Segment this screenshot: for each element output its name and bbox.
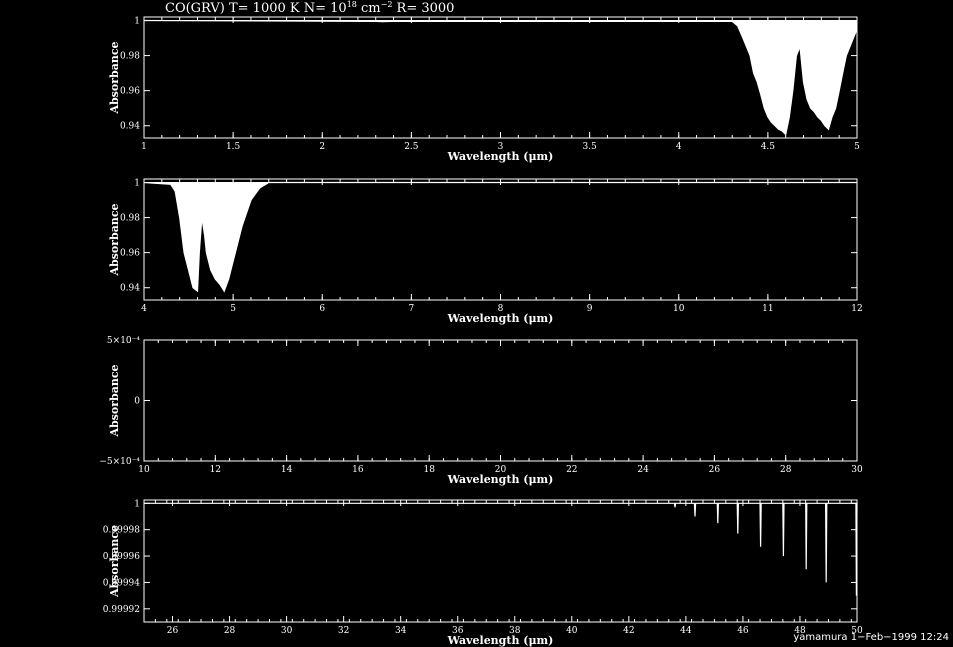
x-tick-label: 46 [737, 626, 749, 636]
x-tick-label: 32 [338, 626, 349, 636]
y-tick-label: 5×10⁻⁴ [107, 336, 140, 346]
x-tick-label: 1.5 [226, 142, 241, 152]
series-4-fill [144, 503, 857, 596]
x-tick-label: 30 [281, 626, 293, 636]
x-tick-label: 2 [319, 142, 325, 152]
x-tick-label: 1 [141, 142, 147, 152]
x-tick-label: 16 [352, 465, 364, 475]
panel-2: 4 5 6 7 8 9 10 11 120.940.960.981Wavelength (μm)… [108, 178, 863, 325]
y-tick-label: 0.98 [120, 214, 140, 224]
x-tick-label: 42 [623, 626, 634, 636]
panel-1: 1 1.5 2 2.5 3 3.5 4 4.5 50.940.960.981Wavelength… [108, 16, 860, 163]
x-tick-label: 28 [224, 626, 236, 636]
y-tick-label: −5×10⁻⁴ [99, 457, 140, 467]
x-tick-label: 26 [167, 626, 179, 636]
y-tick-label: 1 [134, 17, 140, 27]
y-axis-label: Absorbance [108, 364, 121, 437]
x-tick-label: 10 [673, 304, 685, 314]
y-tick-label: 0.96 [120, 249, 140, 259]
x-tick-label: 11 [762, 304, 773, 314]
y-axis-label: Absorbance [108, 525, 121, 598]
chart-title: CO(GRV) T= 1000 K N= 1018 cm−2 R= 3000 [165, 0, 454, 16]
y-tick-label: 0.98 [120, 52, 140, 62]
y-tick-label: 0.99992 [103, 605, 140, 615]
x-tick-label: 2.5 [404, 142, 419, 152]
x-tick-label: 4 [676, 142, 682, 152]
panel-3-frame [143, 339, 858, 462]
title-middle: cm [357, 1, 381, 16]
title-suffix: R= 3000 [392, 1, 454, 16]
y-tick-label: 1 [134, 179, 140, 189]
x-tick-label: 7 [409, 304, 415, 314]
panel-3: 10 12 14 16 18 20 22 24 26 28 305×10⁻⁴0−5×10⁻⁴Wave… [99, 336, 863, 486]
x-tick-label: 26 [709, 465, 721, 475]
x-tick-label: 6 [319, 304, 325, 314]
x-tick-label: 4 [141, 304, 147, 314]
y-tick-label: 0.94 [120, 122, 140, 132]
y-tick-label: 1 [134, 499, 140, 509]
y-tick-label: 0.96 [120, 87, 140, 97]
x-tick-label: 3.5 [582, 142, 597, 152]
x-tick-label: 9 [587, 304, 593, 314]
x-tick-label: 34 [395, 626, 407, 636]
panel-4: 26 28 30 32 34 36 38 40 42 44 46 48 500.999920.99994… [103, 499, 863, 647]
x-tick-label: 12 [851, 304, 862, 314]
y-axis-label: Absorbance [108, 203, 121, 276]
panel-4-frame [143, 499, 858, 623]
x-tick-label: 44 [680, 626, 692, 636]
x-tick-label: 40 [566, 626, 578, 636]
x-tick-label: 10 [138, 465, 150, 475]
series-1-fill [144, 20, 857, 135]
x-axis-label: Wavelength (μm) [447, 634, 554, 647]
x-tick-label: 4.5 [761, 142, 776, 152]
x-tick-label: 28 [780, 465, 792, 475]
x-axis-label: Wavelength (μm) [447, 150, 554, 163]
y-axis-label: Absorbance [108, 41, 121, 114]
x-tick-label: 22 [566, 465, 577, 475]
x-axis-label: Wavelength (μm) [447, 312, 554, 325]
x-tick-label: 30 [851, 465, 863, 475]
absorbance-chart: CO(GRV) T= 1000 K N= 1018 cm−2 R= 3000 1… [99, 0, 949, 647]
series-2-fill [144, 182, 857, 292]
x-tick-label: 12 [210, 465, 221, 475]
series-4-line [144, 502, 858, 596]
title-prefix: CO(GRV) T= 1000 K N= 10 [165, 1, 347, 16]
title-exponent2: −2 [381, 0, 393, 9]
x-tick-label: 14 [281, 465, 293, 475]
x-tick-label: 5 [854, 142, 860, 152]
x-tick-label: 5 [230, 304, 236, 314]
footer-stamp: yamamura 1−Feb−1999 12:24 [793, 632, 949, 643]
y-tick-label: 0.94 [120, 284, 140, 294]
title-exponent: 18 [347, 0, 357, 9]
x-axis-label: Wavelength (μm) [447, 473, 554, 486]
x-tick-label: 18 [423, 465, 435, 475]
x-tick-label: 24 [637, 465, 649, 475]
chart-panels: 1 1.5 2 2.5 3 3.5 4 4.5 50.940.960.981Wavelength… [99, 16, 863, 647]
y-tick-label: 0 [134, 397, 140, 407]
